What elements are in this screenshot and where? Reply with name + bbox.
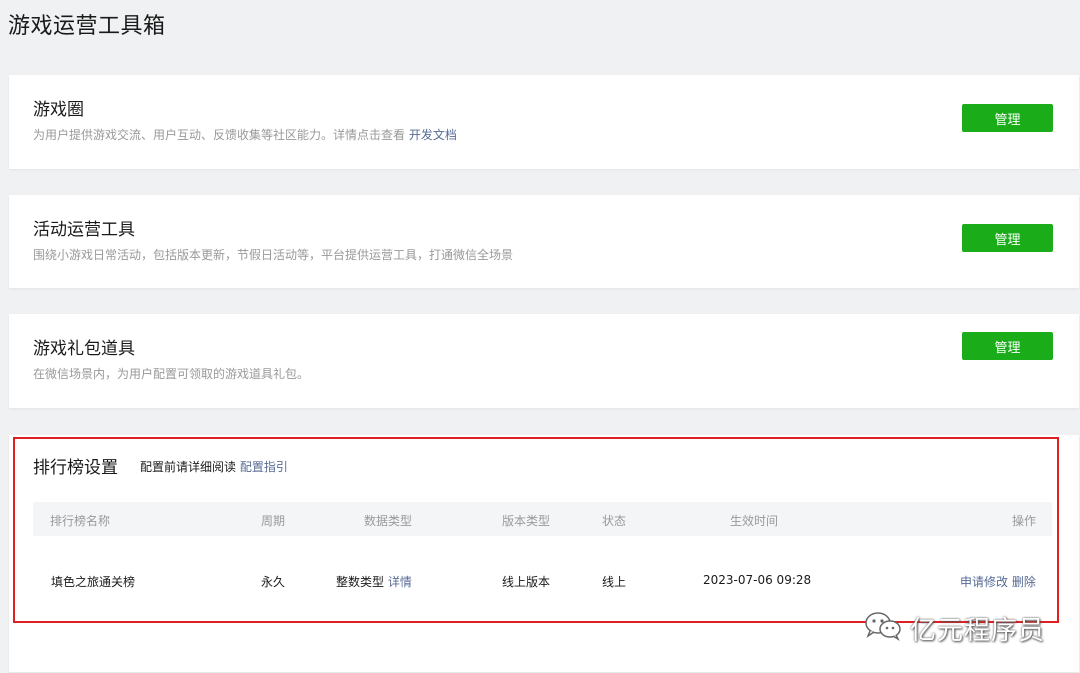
cell-status: 线上: [602, 575, 627, 589]
dev-docs-link[interactable]: 开发文档: [409, 128, 457, 142]
cell-effective-time: 2023-07-06 09:28: [703, 573, 812, 587]
ranking-title: 排行榜设置: [33, 458, 118, 478]
ranking-hint: 配置前请详细阅读 配置指引: [140, 458, 288, 475]
manage-button[interactable]: 管理: [962, 224, 1053, 252]
column-header-status: 状态: [602, 514, 627, 528]
column-header-version: 版本类型: [502, 514, 551, 528]
page-title: 游戏运营工具箱: [8, 14, 166, 39]
card-game-circle: 游戏圈 为用户提供游戏交流、用户互动、反馈收集等社区能力。详情点击查看 开发文档…: [9, 75, 1079, 169]
column-header-effective-time: 生效时间: [730, 514, 779, 528]
card-description: 围绕小游戏日常活动，包括版本更新，节假日活动等，平台提供运营工具，打通微信全场景: [33, 248, 514, 262]
cell-actions: 申请修改 删除: [960, 573, 1036, 590]
watermark: 亿元程序员: [864, 608, 1045, 648]
ranking-hint-text: 配置前请详细阅读: [140, 460, 240, 474]
column-header-period: 周期: [261, 514, 286, 528]
card-title: 游戏圈: [33, 100, 84, 120]
card-description-text: 为用户提供游戏交流、用户互动、反馈收集等社区能力。详情点击查看: [33, 128, 409, 142]
card-title: 游戏礼包道具: [33, 339, 135, 359]
watermark-text: 亿元程序员: [910, 615, 1046, 646]
data-type-detail-link[interactable]: 详情: [388, 575, 412, 589]
column-header-name: 排行榜名称: [50, 514, 111, 528]
card-title: 活动运营工具: [33, 220, 135, 240]
manage-button[interactable]: 管理: [962, 332, 1053, 360]
card-activity-tools: 活动运营工具 围绕小游戏日常活动，包括版本更新，节假日活动等，平台提供运营工具，…: [9, 195, 1079, 288]
cell-version: 线上版本: [502, 575, 551, 589]
config-guide-link[interactable]: 配置指引: [240, 460, 288, 474]
table-header: 排行榜名称 周期 数据类型 版本类型 状态 生效时间 操作: [33, 502, 1052, 536]
cell-name: 填色之旅通关榜: [51, 575, 136, 589]
card-gift-items: 游戏礼包道具 在微信场景内，为用户配置可领取的游戏道具礼包。 管理: [9, 314, 1079, 408]
apply-edit-link[interactable]: 申请修改: [960, 575, 1008, 589]
card-description: 为用户提供游戏交流、用户互动、反馈收集等社区能力。详情点击查看 开发文档: [33, 126, 457, 143]
column-header-data-type: 数据类型: [364, 514, 413, 528]
cell-data-type: 整数类型 详情: [336, 573, 412, 590]
delete-link[interactable]: 删除: [1012, 575, 1036, 589]
column-header-actions: 操作: [1012, 514, 1037, 528]
wechat-icon: [864, 611, 902, 645]
manage-button[interactable]: 管理: [962, 104, 1053, 132]
card-description: 在微信场景内，为用户配置可领取的游戏道具礼包。: [33, 367, 310, 381]
cell-period: 永久: [261, 575, 286, 589]
cell-data-type-text: 整数类型: [336, 575, 385, 589]
